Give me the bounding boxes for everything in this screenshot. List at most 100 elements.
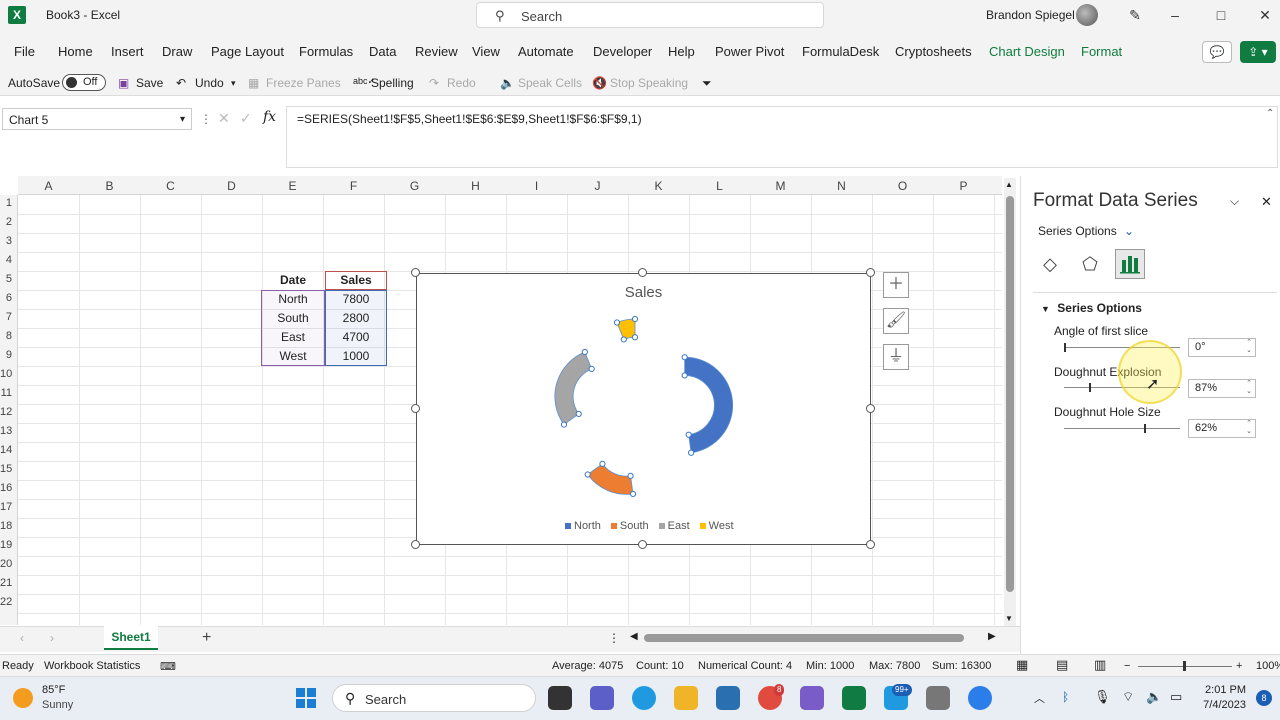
point-handle[interactable] [560, 421, 568, 428]
microphone-icon[interactable]: 🎙 [1094, 689, 1111, 705]
task-view-icon[interactable] [548, 686, 572, 710]
weather-desc[interactable]: Sunny [42, 699, 73, 711]
weather-temp[interactable]: 85°F [42, 684, 65, 696]
tab-insert[interactable]: Insert [111, 44, 144, 59]
cell-e5[interactable]: Date [261, 271, 325, 290]
tab-automate[interactable]: Automate [518, 44, 574, 59]
point-handle[interactable] [581, 348, 588, 356]
stop-speaking-button[interactable]: Stop Speaking [610, 76, 688, 90]
undo-button[interactable]: Undo [195, 76, 224, 90]
point-handle[interactable] [688, 449, 695, 456]
sun-icon[interactable] [13, 688, 33, 708]
row-header-21[interactable]: 21 [0, 577, 12, 589]
tab-help[interactable]: Help [668, 44, 695, 59]
user-name[interactable]: Brandon Spiegel [986, 8, 1075, 22]
spinner-arrows-icon[interactable]: ⌃ ⌄ [1246, 339, 1252, 355]
file-explorer-icon[interactable] [674, 686, 698, 710]
point-handle[interactable] [631, 315, 639, 323]
row-header-7[interactable]: 7 [0, 311, 12, 323]
resize-handle[interactable] [411, 404, 420, 413]
cell-f7[interactable]: 2800 [325, 309, 387, 328]
app-icon[interactable] [800, 686, 824, 710]
resize-handle[interactable] [866, 404, 875, 413]
resize-handle[interactable] [411, 540, 420, 549]
point-handle[interactable] [620, 336, 627, 343]
column-header-m[interactable]: M [750, 179, 811, 193]
series-options-section[interactable]: ▼ Series Options [1041, 301, 1142, 315]
column-header-j[interactable]: J [567, 179, 628, 193]
point-handle[interactable] [613, 319, 621, 326]
resize-handle[interactable] [411, 268, 420, 277]
tab-formuladesk[interactable]: FormulaDesk [802, 44, 879, 59]
row-header-2[interactable]: 2 [0, 216, 12, 228]
angle-slider-thumb[interactable] [1064, 343, 1066, 352]
hole-size-slider-thumb[interactable] [1144, 424, 1146, 433]
workbook-statistics[interactable]: Workbook Statistics [44, 660, 140, 672]
row-header-17[interactable]: 17 [0, 501, 12, 513]
column-header-e[interactable]: E [262, 179, 323, 193]
battery-icon[interactable]: ▭ [1170, 689, 1182, 705]
tab-cryptosheets[interactable]: Cryptosheets [895, 44, 972, 59]
name-box[interactable]: Chart 5 ▾ [2, 108, 192, 130]
scroll-up-icon[interactable]: ▲ [1005, 180, 1013, 189]
save-button[interactable]: Save [136, 76, 163, 90]
row-header-15[interactable]: 15 [0, 463, 12, 475]
clock-time[interactable]: 2:01 PM [1204, 684, 1246, 696]
row-header-18[interactable]: 18 [0, 520, 12, 532]
undo-dropdown-icon[interactable]: ▾ [231, 78, 236, 89]
zoom-out-icon[interactable]: − [1124, 660, 1130, 672]
column-header-h[interactable]: H [445, 179, 506, 193]
cancel-icon[interactable]: ✕ [218, 110, 230, 127]
zoom-in-icon[interactable]: + [1236, 660, 1242, 672]
column-header-c[interactable]: C [140, 179, 201, 193]
pane-close-icon[interactable]: ✕ [1261, 194, 1272, 210]
cell-f6[interactable]: 7800 [325, 290, 387, 309]
tab-data[interactable]: Data [369, 44, 396, 59]
column-header-a[interactable]: A [18, 179, 79, 193]
cell-f8[interactable]: 4700 [325, 328, 387, 347]
explosion-spinner[interactable]: 87% ⌃ ⌄ [1188, 379, 1256, 398]
wifi-icon[interactable]: ⌔ [1122, 689, 1134, 705]
point-handle[interactable] [631, 334, 639, 341]
clock-date[interactable]: 7/4/2023 [1196, 699, 1246, 711]
zoom-level[interactable]: 100% [1256, 660, 1280, 672]
tab-draw[interactable]: Draw [162, 44, 192, 59]
chevron-up-icon[interactable]: ︿ [1034, 690, 1045, 706]
redo-button[interactable]: Redo [447, 76, 476, 90]
slice-south[interactable] [587, 463, 634, 495]
insert-function-icon[interactable]: fx [263, 109, 276, 125]
taskbar-search[interactable]: ⚲ Search [332, 684, 536, 712]
horizontal-scroll-thumb[interactable] [644, 634, 964, 642]
avatar[interactable] [1076, 4, 1098, 26]
angle-spinner[interactable]: 0° ⌃ ⌄ [1188, 338, 1256, 357]
store-icon[interactable] [716, 686, 740, 710]
column-header-p[interactable]: P [933, 179, 994, 193]
row-header-12[interactable]: 12 [0, 406, 12, 418]
column-header-f[interactable]: F [323, 179, 384, 193]
row-header-11[interactable]: 11 [0, 387, 12, 399]
customize-qat-icon[interactable]: ⏷ [702, 76, 712, 91]
row-header-20[interactable]: 20 [0, 558, 12, 570]
tab-view[interactable]: View [472, 44, 500, 59]
tab-formulas[interactable]: Formulas [299, 44, 353, 59]
resize-handle[interactable] [638, 540, 647, 549]
kebab-icon[interactable]: ⋮ [608, 631, 620, 645]
maximize-button[interactable]: □ [1206, 4, 1236, 26]
row-header-8[interactable]: 8 [0, 330, 12, 342]
pen-icon[interactable]: ✎ [1120, 4, 1150, 26]
row-header-5[interactable]: 5 [0, 273, 12, 285]
explosion-slider-thumb[interactable] [1089, 383, 1091, 392]
teams-icon[interactable] [590, 686, 614, 710]
spinner-arrows-icon[interactable]: ⌃ ⌄ [1246, 420, 1252, 436]
row-header-9[interactable]: 9 [0, 349, 12, 361]
calculator-icon[interactable] [926, 686, 950, 710]
resize-handle[interactable] [866, 268, 875, 277]
scroll-down-icon[interactable]: ▼ [1005, 614, 1013, 623]
point-handle[interactable] [575, 410, 582, 418]
row-header-10[interactable]: 10 [0, 368, 12, 380]
page-layout-view-icon[interactable]: ▤ [1056, 657, 1068, 673]
legend-item-south[interactable]: South [610, 520, 649, 532]
sheet-next-icon[interactable]: › [50, 631, 54, 645]
point-handle[interactable] [681, 354, 688, 361]
hole-size-spinner[interactable]: 62% ⌃ ⌄ [1188, 419, 1256, 438]
